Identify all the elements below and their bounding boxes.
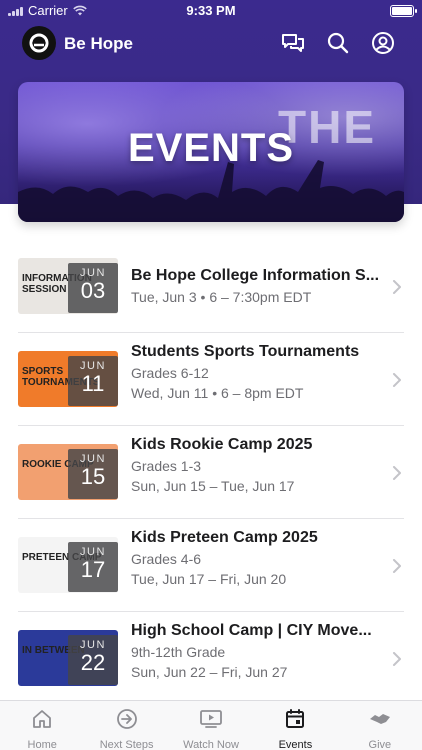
date-badge: JUN 22 bbox=[68, 635, 118, 685]
event-text: Kids Preteen Camp 2025 Grades 4-6 Tue, Ju… bbox=[131, 529, 388, 587]
event-thumbnail: ROOKIE CAMP JUN 15 bbox=[18, 444, 118, 500]
date-badge: JUN 11 bbox=[68, 356, 118, 406]
event-title: Students Sports Tournaments bbox=[131, 343, 360, 360]
event-thumbnail: PRETEEN CAMP JUN 17 bbox=[18, 537, 118, 593]
tab-label: Give bbox=[368, 739, 392, 750]
tab-give[interactable]: Give bbox=[338, 701, 422, 750]
tab-label: Home bbox=[27, 739, 57, 750]
event-detail-line: Tue, Jun 17 – Fri, Jun 20 bbox=[131, 571, 287, 587]
event-title: Kids Preteen Camp 2025 bbox=[131, 529, 318, 546]
event-text: Students Sports Tournaments Grades 6-12 W… bbox=[131, 343, 388, 401]
tab-label: Watch Now bbox=[183, 739, 239, 750]
event-detail-line: Sun, Jun 15 – Tue, Jun 17 bbox=[131, 478, 295, 494]
chevron-right-icon bbox=[393, 652, 401, 666]
chevron-right-icon bbox=[393, 559, 401, 573]
event-thumbnail: INFORMATION SESSION JUN 03 bbox=[18, 258, 118, 314]
date-badge-day: 11 bbox=[81, 371, 105, 396]
event-title: High School Camp | CIY Move... bbox=[131, 622, 372, 639]
event-list-item[interactable]: IN BETWEEN JUN 22 High School Camp | CIY… bbox=[0, 612, 422, 705]
arrow-circle-icon bbox=[116, 708, 138, 735]
event-text: Kids Rookie Camp 2025 Grades 1-3 Sun, Jun… bbox=[131, 436, 388, 494]
date-badge-day: 22 bbox=[80, 650, 106, 675]
event-text: High School Camp | CIY Move... 9th-12th … bbox=[131, 622, 388, 680]
status-time: 9:33 PM bbox=[186, 3, 236, 18]
app-title: Be Hope bbox=[64, 34, 133, 53]
play-screen-icon bbox=[199, 708, 223, 735]
tab-label: Next Steps bbox=[99, 739, 154, 750]
date-badge: JUN 15 bbox=[68, 449, 118, 499]
calendar-icon bbox=[284, 708, 306, 735]
event-list: INFORMATION SESSION JUN 03 Be Hope Colle… bbox=[0, 240, 422, 705]
handshake-icon bbox=[368, 708, 392, 735]
date-badge: JUN 17 bbox=[68, 542, 118, 592]
event-thumbnail: SPORTS TOURNAMENTS JUN 11 bbox=[18, 351, 118, 407]
tab-watch-now[interactable]: Watch Now bbox=[169, 701, 253, 750]
tab-bar: Home Next Steps Watch Now Events Give bbox=[0, 700, 422, 750]
event-detail-line: Sun, Jun 22 – Fri, Jun 27 bbox=[131, 664, 288, 680]
event-list-item[interactable]: SPORTS TOURNAMENTS JUN 11 Students Sport… bbox=[0, 333, 422, 426]
banner-title: EVENTS bbox=[127, 126, 295, 170]
event-detail-line: Wed, Jun 11 • 6 – 8pm EDT bbox=[131, 385, 304, 401]
chevron-right-icon bbox=[393, 466, 401, 480]
date-badge-day: 15 bbox=[80, 464, 106, 489]
chat-icon[interactable] bbox=[280, 30, 306, 56]
date-badge: JUN 03 bbox=[68, 263, 118, 313]
event-detail-line: Tue, Jun 3 • 6 – 7:30pm EDT bbox=[131, 289, 312, 305]
tab-events[interactable]: Events bbox=[253, 701, 337, 750]
tab-next-steps[interactable]: Next Steps bbox=[84, 701, 168, 750]
event-detail-line: 9th-12th Grade bbox=[131, 644, 226, 660]
event-title: Kids Rookie Camp 2025 bbox=[131, 436, 313, 453]
event-list-item[interactable]: INFORMATION SESSION JUN 03 Be Hope Colle… bbox=[0, 240, 422, 333]
event-thumbnail: IN BETWEEN JUN 22 bbox=[18, 630, 118, 686]
chevron-right-icon bbox=[393, 280, 401, 294]
event-detail-line: Grades 6-12 bbox=[131, 365, 209, 381]
event-detail-line: Grades 4-6 bbox=[131, 551, 202, 567]
event-list-item[interactable]: PRETEEN CAMP JUN 17 Kids Preteen Camp 20… bbox=[0, 519, 422, 612]
date-badge-day: 17 bbox=[80, 557, 106, 582]
status-bar: Carrier 9:33 PM bbox=[0, 0, 422, 22]
tab-label: Events bbox=[278, 739, 313, 750]
be-hope-logo-icon[interactable] bbox=[22, 26, 56, 60]
date-badge-day: 03 bbox=[80, 278, 106, 303]
search-icon[interactable] bbox=[325, 30, 351, 56]
event-title: Be Hope College Information S... bbox=[131, 267, 380, 284]
home-icon bbox=[31, 708, 53, 735]
event-text: Be Hope College Information S... Tue, Ju… bbox=[131, 267, 388, 305]
event-detail-line: Grades 1-3 bbox=[131, 458, 202, 474]
event-list-item[interactable]: ROOKIE CAMP JUN 15 Kids Rookie Camp 2025… bbox=[0, 426, 422, 519]
profile-icon[interactable] bbox=[370, 30, 396, 56]
events-banner: THE EVENTS bbox=[18, 82, 404, 222]
app-header: Be Hope bbox=[0, 24, 422, 64]
chevron-right-icon bbox=[393, 373, 401, 387]
tab-home[interactable]: Home bbox=[0, 701, 84, 750]
battery-icon bbox=[390, 5, 417, 17]
